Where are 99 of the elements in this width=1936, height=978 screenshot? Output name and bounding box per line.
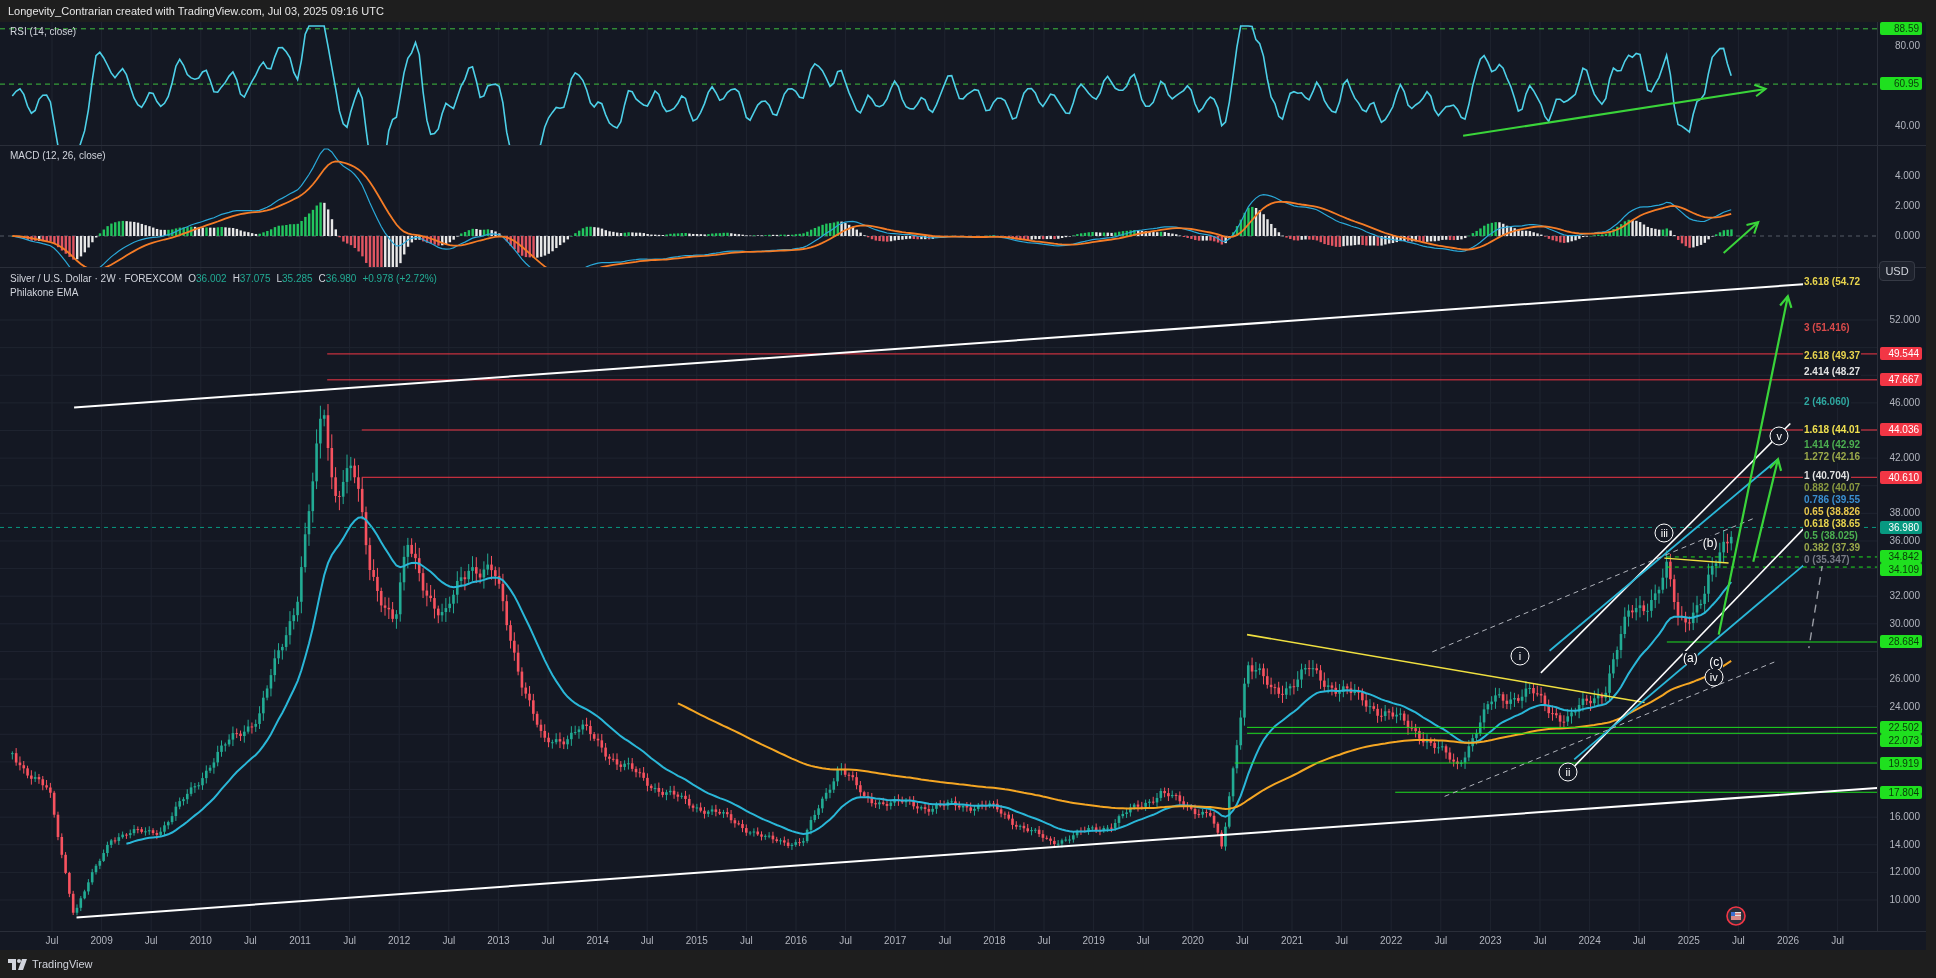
axis-label: Jul xyxy=(442,935,456,946)
wave-label: (c) xyxy=(1709,654,1724,669)
axis-label: 2020 xyxy=(1181,935,1204,946)
axis-label: 2011 xyxy=(289,935,311,946)
wave-label: v xyxy=(1769,426,1789,446)
axis-label: 2009 xyxy=(90,935,113,946)
price-tag: 36.980 xyxy=(1880,520,1923,534)
logo-icon xyxy=(8,958,28,970)
axis-label: Jul xyxy=(343,935,356,946)
price-tag: 19.919 xyxy=(1880,756,1923,770)
chart-attribution: Longevity_Contrarian created with TradingView.com, Jul 03, 2025 09:16 UTC xyxy=(8,5,384,17)
fibonacci-label: 2.414 (48.27 xyxy=(1803,365,1862,378)
axis-label: Jul xyxy=(839,935,852,946)
level-tag: 88.59 xyxy=(1880,21,1923,35)
indicator-title: RSI (14, close) xyxy=(10,26,77,37)
price-tag: 22.502 xyxy=(1880,720,1923,734)
axis-label: Jul xyxy=(938,935,952,946)
axis-label: 2022 xyxy=(1380,935,1403,946)
axis-label: 2025 xyxy=(1677,935,1700,946)
level-tag: 60.95 xyxy=(1880,77,1923,91)
price-tag: 49.544 xyxy=(1880,347,1923,361)
arrow xyxy=(1722,220,1760,255)
fibonacci-label: 3 (51.416) xyxy=(1803,322,1851,335)
symbol-title: Silver / U.S. Dollar · 2W · FOREXCOM xyxy=(10,273,183,284)
axis-label: 26.000 xyxy=(1889,672,1920,687)
price-tag: 34.109 xyxy=(1880,563,1923,577)
wave-label: iii xyxy=(1654,523,1674,543)
price-change: +0.978 (+2.72%) xyxy=(362,273,437,284)
wave-label: (b) xyxy=(1702,536,1718,551)
axis-label: 2012 xyxy=(388,935,411,946)
ohlc-value: C36.980 xyxy=(318,273,357,284)
wave-label: i xyxy=(1510,646,1530,666)
axis-label: 38.000 xyxy=(1889,506,1920,521)
price-tag: 44.036 xyxy=(1880,423,1923,437)
axis-label: 2026 xyxy=(1776,935,1800,946)
axis-label: Jul xyxy=(1831,935,1844,946)
axis-label: Jul xyxy=(244,935,257,946)
wave-label: ii xyxy=(1558,762,1578,782)
axis-label: Jul xyxy=(1335,935,1348,946)
indicator-title: MACD (12, 26, close) xyxy=(10,150,106,161)
axis-label: Jul xyxy=(541,935,555,946)
axis-label: 16.000 xyxy=(1889,810,1920,825)
axis-label: 2021 xyxy=(1280,935,1304,946)
brand-name: TradingView xyxy=(32,958,93,970)
axis-label: 2017 xyxy=(884,935,907,946)
ohlc-value: L35.285 xyxy=(276,273,313,284)
axis-label: Jul xyxy=(1037,935,1051,946)
axis-label: 2015 xyxy=(685,935,708,946)
axis-label: Jul xyxy=(1632,935,1646,946)
ohlc-value: H37.075 xyxy=(232,273,271,284)
axis-label: Jul xyxy=(1533,935,1547,946)
axis-label: 46.000 xyxy=(1889,395,1920,410)
axis-label: 0.000 xyxy=(1894,229,1920,243)
fibonacci-label: 1.414 (42.92 xyxy=(1803,439,1862,452)
axis-label: Jul xyxy=(740,935,753,946)
fibonacci-label: 3.618 (54.72 xyxy=(1803,276,1862,289)
axis-label: 42.000 xyxy=(1889,451,1920,466)
axis-label: 2023 xyxy=(1479,935,1502,946)
axis-label: Jul xyxy=(1136,935,1150,946)
fibonacci-label: 1.618 (44.01 xyxy=(1803,424,1862,437)
axis-label: 2010 xyxy=(189,935,212,946)
price-tag: 34.842 xyxy=(1880,550,1923,564)
axis-label: 10.000 xyxy=(1889,893,1920,907)
price-tag: 28.684 xyxy=(1880,635,1923,649)
axis-label: 2.000 xyxy=(1894,199,1920,213)
axis-label: 2013 xyxy=(487,935,510,946)
axis-label: Jul xyxy=(1434,935,1448,946)
fibonacci-label: 2 (46.060) xyxy=(1803,396,1851,409)
fibonacci-label: 1.272 (42.16 xyxy=(1803,451,1862,464)
axis-label: Jul xyxy=(144,935,158,946)
axis-label: 24.000 xyxy=(1889,699,1920,714)
indicator-title: Philakone EMA xyxy=(10,287,80,298)
axis-label: 2024 xyxy=(1578,935,1601,946)
axis-label: 32.000 xyxy=(1889,589,1920,604)
axis-label: 40.00 xyxy=(1894,119,1920,133)
price-tag: 47.667 xyxy=(1880,373,1923,387)
price-tag: 40.610 xyxy=(1880,470,1923,484)
axis-label: Jul xyxy=(1732,935,1745,946)
axis-label: 52.000 xyxy=(1889,313,1920,327)
axis-label: 12.000 xyxy=(1889,865,1920,880)
price-tag: 17.804 xyxy=(1880,785,1923,799)
axis-label: 30.000 xyxy=(1889,616,1920,631)
axis-label: Jul xyxy=(640,935,654,946)
axis-label: 2016 xyxy=(784,935,808,946)
axis-label: 2014 xyxy=(586,935,609,946)
axis-label: 4.000 xyxy=(1894,169,1920,183)
axis-label: 2018 xyxy=(983,935,1006,946)
ohlc-value: O36.002 xyxy=(188,273,227,284)
fibonacci-label: 2.618 (49.37 xyxy=(1803,350,1862,363)
axis-label: 80.00 xyxy=(1894,39,1920,53)
axis-label: Jul xyxy=(1236,935,1249,946)
axis-label: 2019 xyxy=(1082,935,1105,946)
axis-label: 36.000 xyxy=(1889,533,1920,548)
axis-label: Jul xyxy=(45,935,59,946)
trend-line xyxy=(1663,557,1730,564)
fibonacci-label: 1 (40.704) xyxy=(1803,470,1851,482)
currency-button[interactable]: USD xyxy=(1879,261,1916,281)
axis-label: 14.000 xyxy=(1889,837,1920,852)
wave-label: (a) xyxy=(1682,651,1698,666)
